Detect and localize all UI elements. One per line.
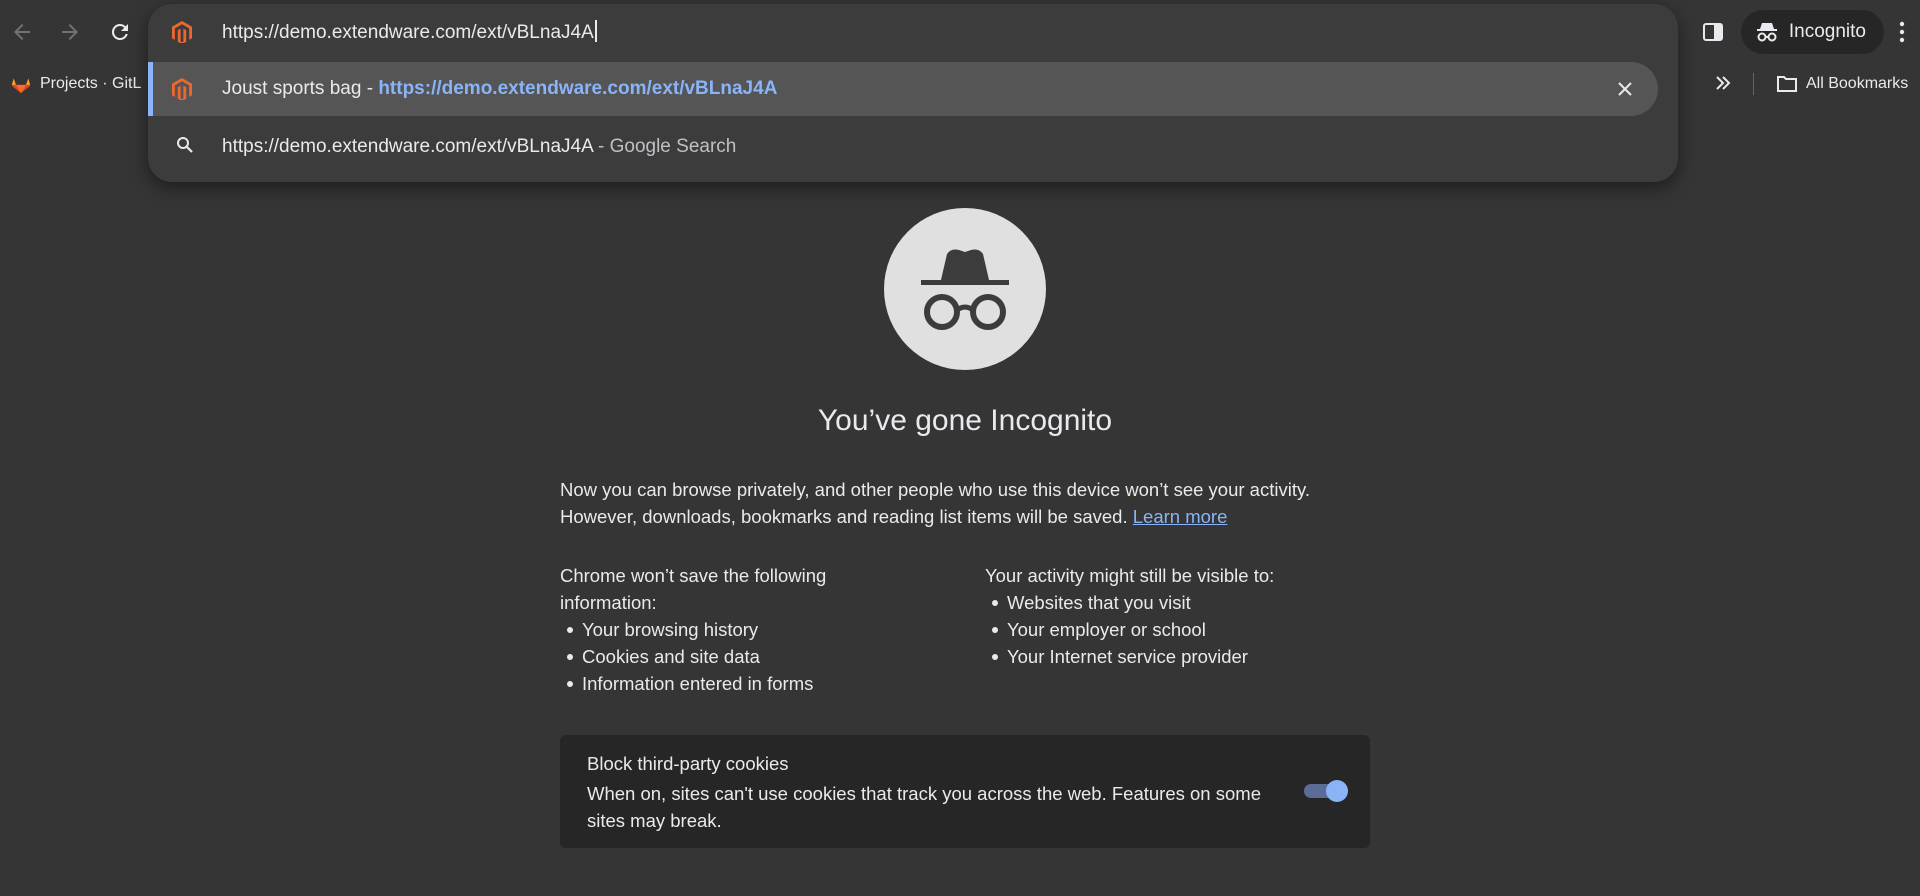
heading-emphasis: might still be visible xyxy=(1089,565,1249,586)
close-icon xyxy=(1618,82,1632,96)
list-item: Your employer or school xyxy=(985,616,1385,643)
incognito-icon xyxy=(921,249,1009,330)
bookmarks-overflow-button[interactable] xyxy=(1712,72,1734,99)
search-query: https://demo.extendware.com/ext/vBLnaJ4A xyxy=(222,136,593,157)
suggestion-history-item[interactable]: Joust sports bag - https://demo.extendwa… xyxy=(148,62,1658,116)
address-input[interactable]: https://demo.extendware.com/ext/vBLnaJ4A xyxy=(222,20,597,44)
search-icon xyxy=(177,137,193,153)
still-visible-list: Websites that you visit Your employer or… xyxy=(985,589,1385,670)
suggestion-search-item[interactable]: https://demo.extendware.com/ext/vBLnaJ4A… xyxy=(148,120,1678,174)
heading-suffix: to: xyxy=(1248,565,1275,586)
not-saved-section: Chrome won’t save the following informat… xyxy=(560,562,890,697)
address-bar[interactable]: https://demo.extendware.com/ext/vBLnaJ4A xyxy=(148,4,1678,60)
incognito-hero-icon xyxy=(884,208,1046,370)
suggestion-separator: - xyxy=(361,78,379,99)
double-chevron-right-icon xyxy=(1716,76,1731,90)
all-bookmarks-label: All Bookmarks xyxy=(1806,75,1909,92)
side-panel-icon xyxy=(1702,23,1723,41)
list-item: Your Internet service provider xyxy=(985,643,1385,670)
bookmark-projects-gitlab[interactable]: Projects · GitL xyxy=(10,70,141,98)
suggestion-url: https://demo.extendware.com/ext/vBLnaJ4A xyxy=(378,78,778,99)
address-input-value: https://demo.extendware.com/ext/vBLnaJ4A xyxy=(222,22,594,43)
text-caret xyxy=(594,20,597,42)
arrow-right-icon xyxy=(62,24,78,40)
forward-button[interactable] xyxy=(52,14,88,50)
toggle-thumb xyxy=(1326,780,1348,802)
intro-line-2: However, downloads, bookmarks and readin… xyxy=(560,503,1390,530)
list-item: Cookies and site data xyxy=(560,643,890,670)
incognito-profile-chip[interactable]: Incognito xyxy=(1740,10,1884,54)
arrow-left-icon xyxy=(14,24,30,40)
toolbar-right: Incognito xyxy=(1693,10,1920,54)
more-vertical-icon xyxy=(1899,21,1905,43)
still-visible-heading: Your activity might still be visible to: xyxy=(985,562,1385,589)
back-button[interactable] xyxy=(4,14,40,50)
reload-icon xyxy=(111,23,128,40)
still-visible-section: Your activity might still be visible to:… xyxy=(985,562,1385,670)
list-item: Websites that you visit xyxy=(985,589,1385,616)
intro-line-2-text: However, downloads, bookmarks and readin… xyxy=(560,506,1128,527)
incognito-label: Incognito xyxy=(1788,21,1866,42)
bookmarks-divider xyxy=(1753,73,1754,95)
chrome-menu-button[interactable] xyxy=(1884,10,1920,54)
cookie-card-title: Block third-party cookies xyxy=(587,753,789,774)
list-item: Information entered in forms xyxy=(560,670,890,697)
selected-accent xyxy=(148,62,153,116)
incognito-icon xyxy=(1756,23,1777,42)
remove-suggestion-button[interactable] xyxy=(1612,76,1638,102)
magento-icon xyxy=(172,78,192,100)
search-suffix: - Google Search xyxy=(592,136,737,157)
heading-prefix: Your activity xyxy=(985,565,1090,586)
incognito-ntp: You’ve gone Incognito Now you can browse… xyxy=(0,104,1920,896)
page-title: You’ve gone Incognito xyxy=(817,404,1113,437)
third-party-cookies-card: Block third-party cookies When on, sites… xyxy=(560,735,1370,848)
side-panel-button[interactable] xyxy=(1693,12,1733,52)
block-cookies-toggle[interactable] xyxy=(1302,780,1348,802)
omnibox-dropdown: https://demo.extendware.com/ext/vBLnaJ4A… xyxy=(148,4,1678,182)
list-item: Your browsing history xyxy=(560,616,890,643)
folder-icon xyxy=(1777,76,1797,92)
not-saved-heading: Chrome won’t save the following informat… xyxy=(560,565,827,613)
reload-button[interactable] xyxy=(102,14,138,50)
gitlab-icon xyxy=(11,78,31,94)
all-bookmarks-button[interactable]: All Bookmarks xyxy=(1776,70,1908,98)
bookmark-label: Projects · GitL xyxy=(40,75,142,92)
intro-line-1: Now you can browse privately, and other … xyxy=(560,479,1310,500)
search-suggestion-text: https://demo.extendware.com/ext/vBLnaJ4A… xyxy=(222,136,736,158)
not-saved-list: Your browsing history Cookies and site d… xyxy=(560,616,890,697)
suggestion-title: Joust sports bag xyxy=(222,78,362,99)
suggestion-text: Joust sports bag - https://demo.extendwa… xyxy=(222,78,777,100)
intro-text: Now you can browse privately, and other … xyxy=(560,476,1390,530)
cookie-card-description: When on, sites can't use cookies that tr… xyxy=(587,783,1261,831)
magento-icon xyxy=(172,21,192,43)
learn-more-link[interactable]: Learn more xyxy=(1133,506,1228,527)
